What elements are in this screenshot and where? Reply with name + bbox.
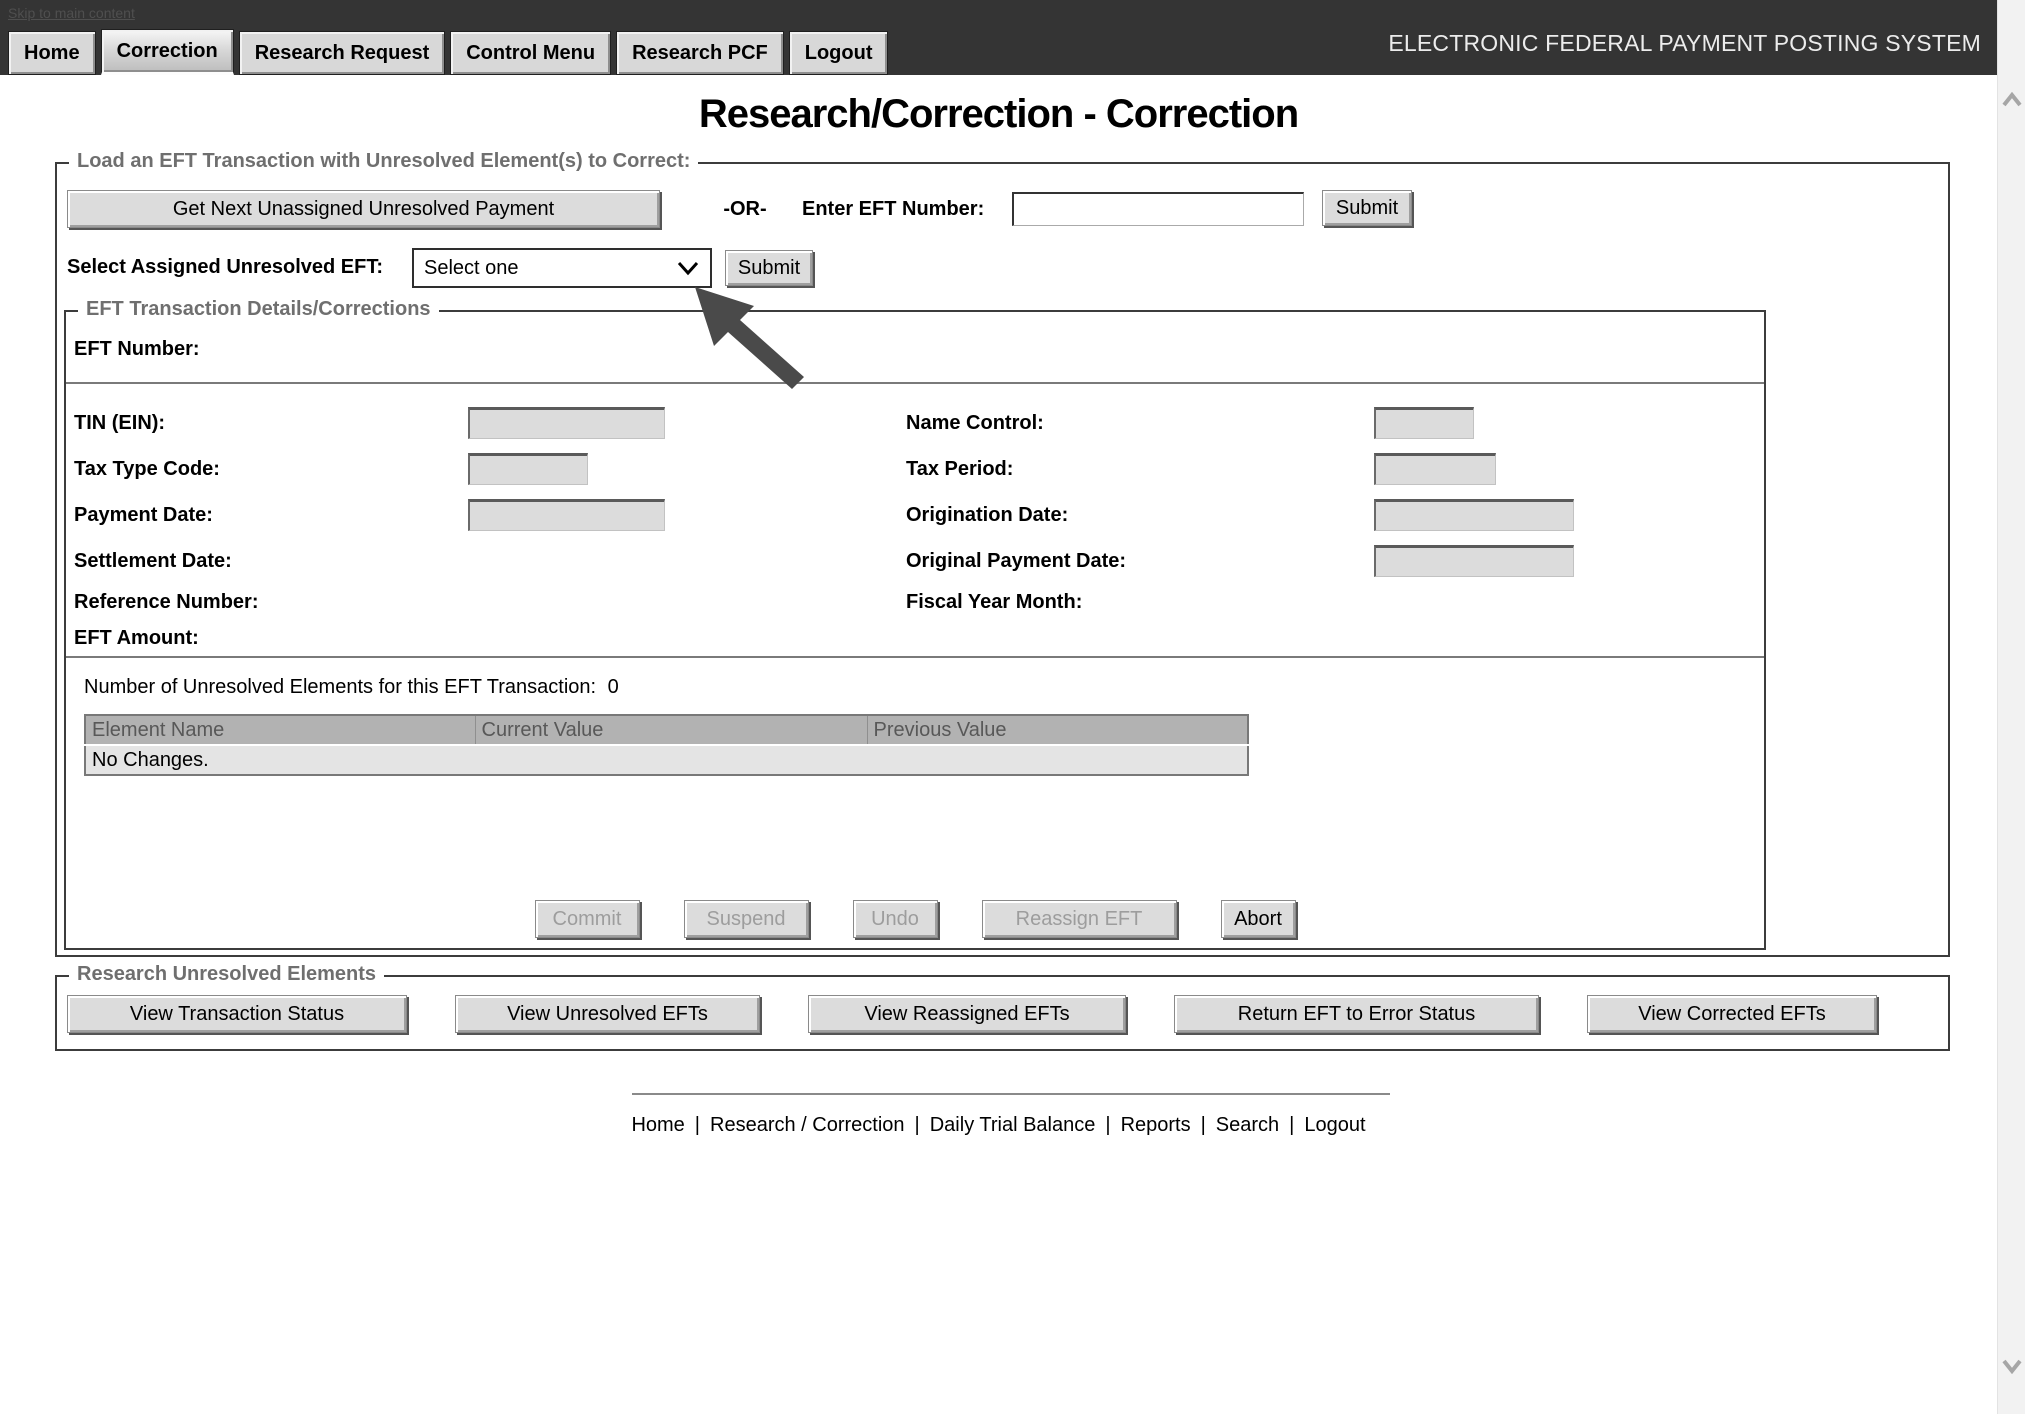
footer-link-daily-trial-balance[interactable]: Daily Trial Balance	[930, 1114, 1096, 1136]
original-payment-date-label: Original Payment Date:	[906, 550, 1374, 573]
tax-period-field	[1374, 453, 1496, 485]
reference-number-label: Reference Number:	[74, 591, 468, 614]
tin-field	[468, 407, 665, 439]
original-payment-date-field	[1374, 545, 1574, 577]
vertical-scrollbar[interactable]	[1997, 0, 2025, 1414]
eft-field-grid: TIN (EIN): Name Control: Tax Type Code: …	[74, 400, 1756, 656]
settlement-date-label: Settlement Date:	[74, 550, 468, 573]
payment-date-label: Payment Date:	[74, 504, 468, 527]
changes-table: Element Name Current Value Previous Valu…	[84, 714, 1249, 776]
research-button-row: View Transaction Status View Unresolved …	[67, 995, 1877, 1033]
tab-logout[interactable]: Logout	[789, 31, 889, 75]
suspend-button: Suspend	[684, 900, 809, 938]
col-element-name: Element Name	[85, 715, 475, 745]
commit-button: Commit	[535, 900, 640, 938]
tax-period-label: Tax Period:	[906, 458, 1374, 481]
select-assigned-eft-label: Select Assigned Unresolved EFT:	[67, 256, 383, 279]
scroll-down-icon[interactable]	[2001, 1358, 2023, 1374]
footer-link-home[interactable]: Home	[631, 1114, 684, 1136]
footer-separator: |	[1105, 1114, 1110, 1136]
tab-research-pcf[interactable]: Research PCF	[616, 31, 784, 75]
main-nav-tabbar: Home Correction Research Request Control…	[8, 29, 888, 75]
scroll-up-icon[interactable]	[2001, 92, 2023, 108]
field-row-settlement-origpayment: Settlement Date: Original Payment Date:	[74, 538, 1756, 584]
name-control-field	[1374, 407, 1474, 439]
field-row-eft-amount: EFT Amount:	[74, 620, 1756, 656]
view-transaction-status-button[interactable]: View Transaction Status	[67, 995, 407, 1033]
table-row: No Changes.	[85, 745, 1248, 775]
field-row-paymentdate-origdate: Payment Date: Origination Date:	[74, 492, 1756, 538]
footer-separator: |	[1289, 1114, 1294, 1136]
assigned-eft-dropdown-value: Select one	[424, 257, 519, 280]
tax-type-code-field	[468, 453, 588, 485]
footer-separator: |	[695, 1114, 700, 1136]
footer-link-reports[interactable]: Reports	[1121, 1114, 1191, 1136]
field-row-reference-fiscal: Reference Number: Fiscal Year Month:	[74, 584, 1756, 620]
load-eft-section: Load an EFT Transaction with Unresolved …	[55, 162, 1950, 957]
payment-date-field	[468, 499, 665, 531]
select-eft-submit-button[interactable]: Submit	[725, 250, 813, 286]
view-unresolved-efts-button[interactable]: View Unresolved EFTs	[455, 995, 760, 1033]
field-row-taxtype-taxperiod: Tax Type Code: Tax Period:	[74, 446, 1756, 492]
footer-link-logout[interactable]: Logout	[1304, 1114, 1365, 1136]
unresolved-count-text: Number of Unresolved Elements for this E…	[84, 676, 596, 698]
research-unresolved-legend: Research Unresolved Elements	[69, 963, 384, 986]
get-next-unassigned-button[interactable]: Get Next Unassigned Unresolved Payment	[67, 190, 660, 228]
skip-to-main-content-link[interactable]: Skip to main content	[8, 5, 135, 21]
footer-link-search[interactable]: Search	[1216, 1114, 1279, 1136]
enter-eft-submit-button[interactable]: Submit	[1322, 190, 1412, 226]
col-previous-value: Previous Value	[867, 715, 1248, 745]
research-unresolved-section: Research Unresolved Elements View Transa…	[55, 975, 1950, 1051]
eft-details-legend: EFT Transaction Details/Corrections	[78, 298, 439, 321]
or-separator-text: -OR-	[705, 198, 785, 221]
app-window: Skip to main content ELECTRONIC FEDERAL …	[0, 0, 2025, 1414]
details-divider-bottom	[66, 656, 1764, 658]
fiscal-year-month-label: Fiscal Year Month:	[906, 591, 1374, 614]
enter-eft-number-label: Enter EFT Number:	[802, 198, 984, 221]
footer-divider	[632, 1093, 1390, 1095]
chevron-down-icon	[676, 260, 700, 276]
name-control-label: Name Control:	[906, 412, 1374, 435]
no-changes-cell: No Changes.	[85, 745, 1248, 775]
reassign-eft-button: Reassign EFT	[982, 900, 1177, 938]
tax-type-code-label: Tax Type Code:	[74, 458, 468, 481]
top-header-bar: Skip to main content ELECTRONIC FEDERAL …	[0, 0, 1997, 75]
tab-research-request[interactable]: Research Request	[239, 31, 446, 75]
eft-amount-label: EFT Amount:	[74, 627, 468, 650]
abort-button[interactable]: Abort	[1221, 900, 1296, 938]
action-button-row: Commit Suspend Undo Reassign EFT Abort	[66, 900, 1764, 938]
tab-home[interactable]: Home	[8, 31, 96, 75]
unresolved-count-value: 0	[608, 676, 619, 698]
footer-link-research-correction[interactable]: Research / Correction	[710, 1114, 905, 1136]
eft-number-label: EFT Number:	[74, 338, 200, 361]
tin-label: TIN (EIN):	[74, 412, 468, 435]
footer-separator: |	[915, 1114, 920, 1136]
undo-button: Undo	[853, 900, 938, 938]
col-current-value: Current Value	[475, 715, 867, 745]
details-divider-top	[66, 382, 1764, 384]
footer-separator: |	[1201, 1114, 1206, 1136]
page-title: Research/Correction - Correction	[0, 92, 1997, 137]
assigned-eft-dropdown[interactable]: Select one	[412, 248, 712, 288]
unresolved-count-line: Number of Unresolved Elements for this E…	[84, 676, 619, 699]
tab-control-menu[interactable]: Control Menu	[450, 31, 611, 75]
system-title: ELECTRONIC FEDERAL PAYMENT POSTING SYSTE…	[1388, 30, 1981, 57]
field-row-tin-namecontrol: TIN (EIN): Name Control:	[74, 400, 1756, 446]
enter-eft-number-input[interactable]	[1012, 192, 1304, 226]
origination-date-field	[1374, 499, 1574, 531]
view-reassigned-efts-button[interactable]: View Reassigned EFTs	[808, 995, 1126, 1033]
footer-nav: Home | Research / Correction | Daily Trial B…	[0, 1114, 1997, 1137]
eft-details-section: EFT Transaction Details/Corrections EFT …	[64, 310, 1766, 950]
changes-table-header-row: Element Name Current Value Previous Valu…	[85, 715, 1248, 745]
return-eft-to-error-status-button[interactable]: Return EFT to Error Status	[1174, 995, 1539, 1033]
tab-correction[interactable]: Correction	[101, 29, 234, 75]
origination-date-label: Origination Date:	[906, 504, 1374, 527]
load-eft-legend: Load an EFT Transaction with Unresolved …	[69, 150, 698, 173]
view-corrected-efts-button[interactable]: View Corrected EFTs	[1587, 995, 1877, 1033]
